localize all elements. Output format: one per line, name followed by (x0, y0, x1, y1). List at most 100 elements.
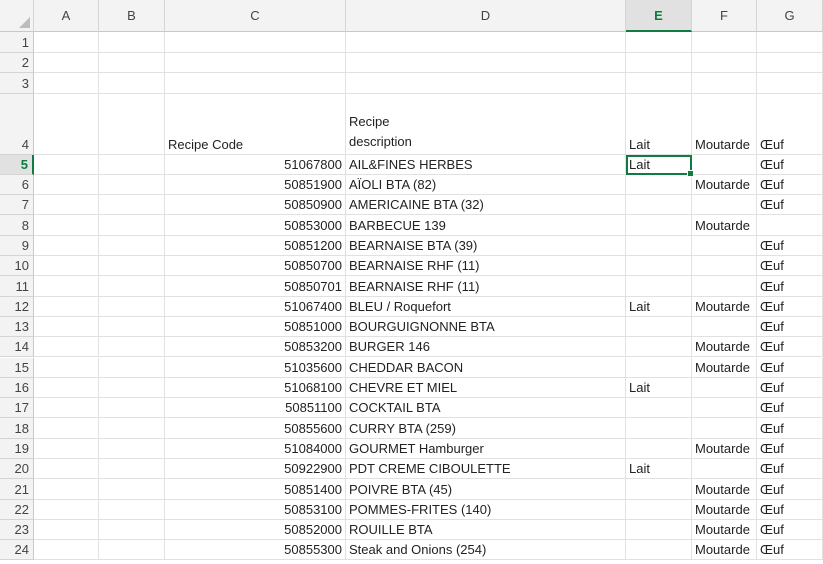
row-header[interactable]: 21 (0, 479, 34, 500)
cell[interactable] (692, 32, 757, 53)
recipe-code-cell[interactable]: 50850700 (165, 256, 346, 277)
column-header-c[interactable]: C (165, 0, 346, 32)
lait-cell[interactable] (626, 357, 692, 378)
cell[interactable] (34, 296, 99, 317)
cell[interactable] (165, 52, 346, 73)
oeuf-cell[interactable]: Œuf (757, 276, 823, 297)
cell[interactable] (757, 73, 823, 94)
recipe-description-cell[interactable]: COCKTAIL BTA (346, 398, 626, 419)
cell[interactable] (346, 32, 626, 53)
lait-cell[interactable] (626, 479, 692, 500)
cell[interactable] (692, 73, 757, 94)
moutarde-cell[interactable]: Moutarde (692, 215, 757, 236)
recipe-code-cell[interactable]: 50853200 (165, 337, 346, 358)
oeuf-cell[interactable]: Œuf (757, 499, 823, 520)
lait-cell[interactable]: Lait (626, 377, 692, 399)
recipe-code-cell[interactable]: 50855300 (165, 540, 346, 561)
moutarde-cell[interactable] (692, 459, 757, 480)
cell[interactable] (99, 519, 165, 541)
recipe-description-cell[interactable]: BEARNAISE RHF (11) (346, 276, 626, 297)
recipe-code-cell[interactable]: 51035600 (165, 357, 346, 378)
lait-cell[interactable] (626, 540, 692, 561)
cell[interactable] (99, 296, 165, 317)
cell[interactable] (757, 52, 823, 73)
cell[interactable] (34, 499, 99, 520)
spreadsheet-grid[interactable]: A B C D E F G 1 2 3 4 Recipe Code Recipe description L… (0, 0, 823, 564)
oeuf-cell[interactable]: Œuf (757, 256, 823, 277)
row-header[interactable]: 23 (0, 519, 34, 541)
cell[interactable] (34, 519, 99, 541)
recipe-description-cell[interactable]: BARBECUE 139 (346, 215, 626, 236)
recipe-description-cell[interactable]: AMERICAINE BTA (32) (346, 195, 626, 216)
recipe-description-cell[interactable]: CHEVRE ET MIEL (346, 377, 626, 399)
moutarde-cell[interactable]: Moutarde (692, 357, 757, 378)
cell[interactable] (99, 276, 165, 297)
lait-cell[interactable] (626, 519, 692, 541)
cell[interactable] (99, 357, 165, 378)
lait-header[interactable]: Lait (626, 93, 692, 155)
lait-cell[interactable] (626, 276, 692, 297)
moutarde-cell[interactable]: Moutarde (692, 499, 757, 520)
cell[interactable] (34, 316, 99, 338)
row-header[interactable]: 11 (0, 276, 34, 297)
moutarde-cell[interactable] (692, 398, 757, 419)
moutarde-cell[interactable] (692, 276, 757, 297)
lait-cell[interactable] (626, 316, 692, 338)
cell[interactable] (99, 540, 165, 561)
recipe-description-header[interactable]: Recipe description (346, 93, 626, 155)
row-header[interactable]: 7 (0, 195, 34, 216)
cell[interactable] (99, 398, 165, 419)
row-header[interactable]: 13 (0, 316, 34, 338)
cell[interactable] (34, 93, 99, 155)
cell[interactable] (99, 377, 165, 399)
cell[interactable] (99, 32, 165, 53)
moutarde-cell[interactable] (692, 316, 757, 338)
recipe-code-cell[interactable]: 50851100 (165, 398, 346, 419)
row-header[interactable]: 22 (0, 499, 34, 520)
row-header[interactable]: 10 (0, 256, 34, 277)
row-header[interactable]: 2 (0, 52, 34, 73)
cell[interactable] (34, 459, 99, 480)
recipe-description-cell[interactable]: AIL&FINES HERBES (346, 154, 626, 175)
row-header[interactable]: 14 (0, 337, 34, 358)
cell[interactable] (34, 174, 99, 196)
recipe-description-cell[interactable]: AÏOLI BTA (82) (346, 174, 626, 196)
cell[interactable] (34, 154, 99, 175)
lait-cell[interactable] (626, 398, 692, 419)
cell[interactable] (165, 73, 346, 94)
row-header[interactable]: 15 (0, 357, 34, 378)
cell[interactable] (34, 256, 99, 277)
recipe-code-cell[interactable]: 50853000 (165, 215, 346, 236)
recipe-code-cell[interactable]: 50855600 (165, 418, 346, 439)
fill-handle[interactable] (687, 169, 694, 177)
recipe-code-cell[interactable]: 51067800 (165, 154, 346, 175)
cell[interactable] (99, 418, 165, 439)
oeuf-cell[interactable]: Œuf (757, 316, 823, 338)
cell[interactable] (34, 276, 99, 297)
recipe-code-cell[interactable]: 50851400 (165, 479, 346, 500)
oeuf-cell[interactable]: Œuf (757, 418, 823, 439)
cell[interactable] (99, 256, 165, 277)
lait-cell[interactable] (626, 418, 692, 439)
cell[interactable] (34, 540, 99, 561)
oeuf-cell[interactable]: Œuf (757, 519, 823, 541)
cell[interactable] (99, 316, 165, 338)
row-header[interactable]: 5 (0, 154, 34, 175)
recipe-description-cell[interactable]: ROUILLE BTA (346, 519, 626, 541)
moutarde-cell[interactable]: Moutarde (692, 540, 757, 561)
row-header[interactable]: 18 (0, 418, 34, 439)
lait-cell[interactable] (626, 215, 692, 236)
cell[interactable] (99, 337, 165, 358)
moutarde-cell[interactable]: Moutarde (692, 479, 757, 500)
lait-cell[interactable] (626, 499, 692, 520)
lait-cell[interactable]: Lait (626, 296, 692, 317)
oeuf-cell[interactable]: Œuf (757, 540, 823, 561)
column-header-d[interactable]: D (346, 0, 626, 32)
cell[interactable] (99, 174, 165, 196)
recipe-code-cell[interactable]: 50852000 (165, 519, 346, 541)
lait-cell[interactable] (626, 195, 692, 216)
recipe-code-cell[interactable]: 51084000 (165, 438, 346, 459)
recipe-code-cell[interactable]: 50851900 (165, 174, 346, 196)
lait-cell[interactable] (626, 337, 692, 358)
cell[interactable] (165, 32, 346, 53)
